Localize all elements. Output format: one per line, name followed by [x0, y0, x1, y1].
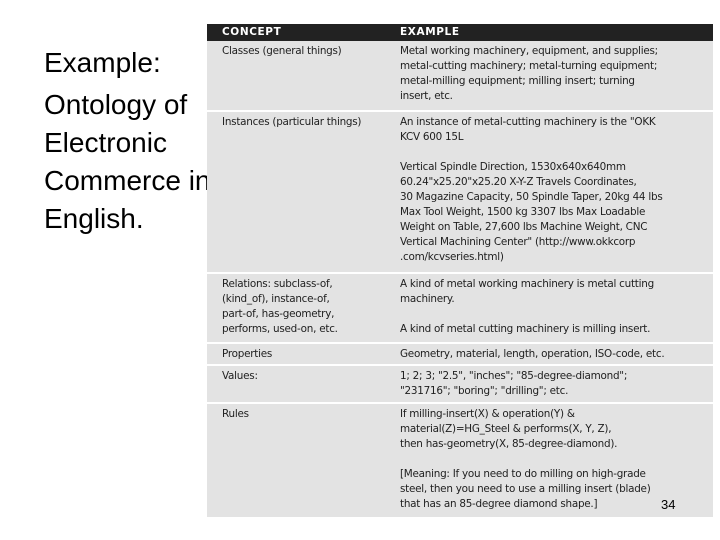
concept-cell: Properties — [222, 348, 273, 360]
table-row: Properties Geometry, material, length, o… — [207, 342, 713, 364]
table-row: Instances (particular things) An instanc… — [207, 110, 713, 272]
slide-title-line2: Ontology of Electronic Commerce in Engli… — [44, 89, 211, 234]
slide-title: Example: Ontology of Electronic Commerce… — [44, 44, 214, 238]
table-row: Values: 1; 2; 3; "2.5", "inches"; "85-de… — [207, 364, 713, 402]
table-row: Relations: subclass-of, (kind_of), insta… — [207, 272, 713, 342]
example-cell: A kind of metal working machinery is met… — [400, 278, 654, 335]
concept-cell: Values: — [222, 370, 258, 382]
table-row: Rules If milling-insert(X) & operation(Y… — [207, 402, 713, 517]
example-cell: An instance of metal-cutting machinery i… — [400, 116, 663, 263]
header-concept: CONCEPT — [222, 26, 282, 38]
example-cell: 1; 2; 3; "2.5", "inches"; "85-degree-dia… — [400, 370, 628, 397]
concept-cell: Relations: subclass-of, (kind_of), insta… — [222, 278, 338, 335]
page-number: 34 — [661, 497, 676, 512]
example-cell: Geometry, material, length, operation, I… — [400, 348, 665, 360]
concept-cell: Rules — [222, 408, 249, 420]
slide-title-line1: Example: — [44, 47, 161, 78]
ontology-table: CONCEPT EXAMPLE Classes (general things)… — [207, 24, 713, 517]
header-example: EXAMPLE — [400, 26, 460, 38]
example-cell: Metal working machinery, equipment, and … — [400, 45, 658, 102]
table-header: CONCEPT EXAMPLE — [207, 24, 713, 41]
table-row: Classes (general things) Metal working m… — [207, 41, 713, 110]
concept-cell: Classes (general things) — [222, 45, 342, 57]
concept-cell: Instances (particular things) — [222, 116, 362, 128]
